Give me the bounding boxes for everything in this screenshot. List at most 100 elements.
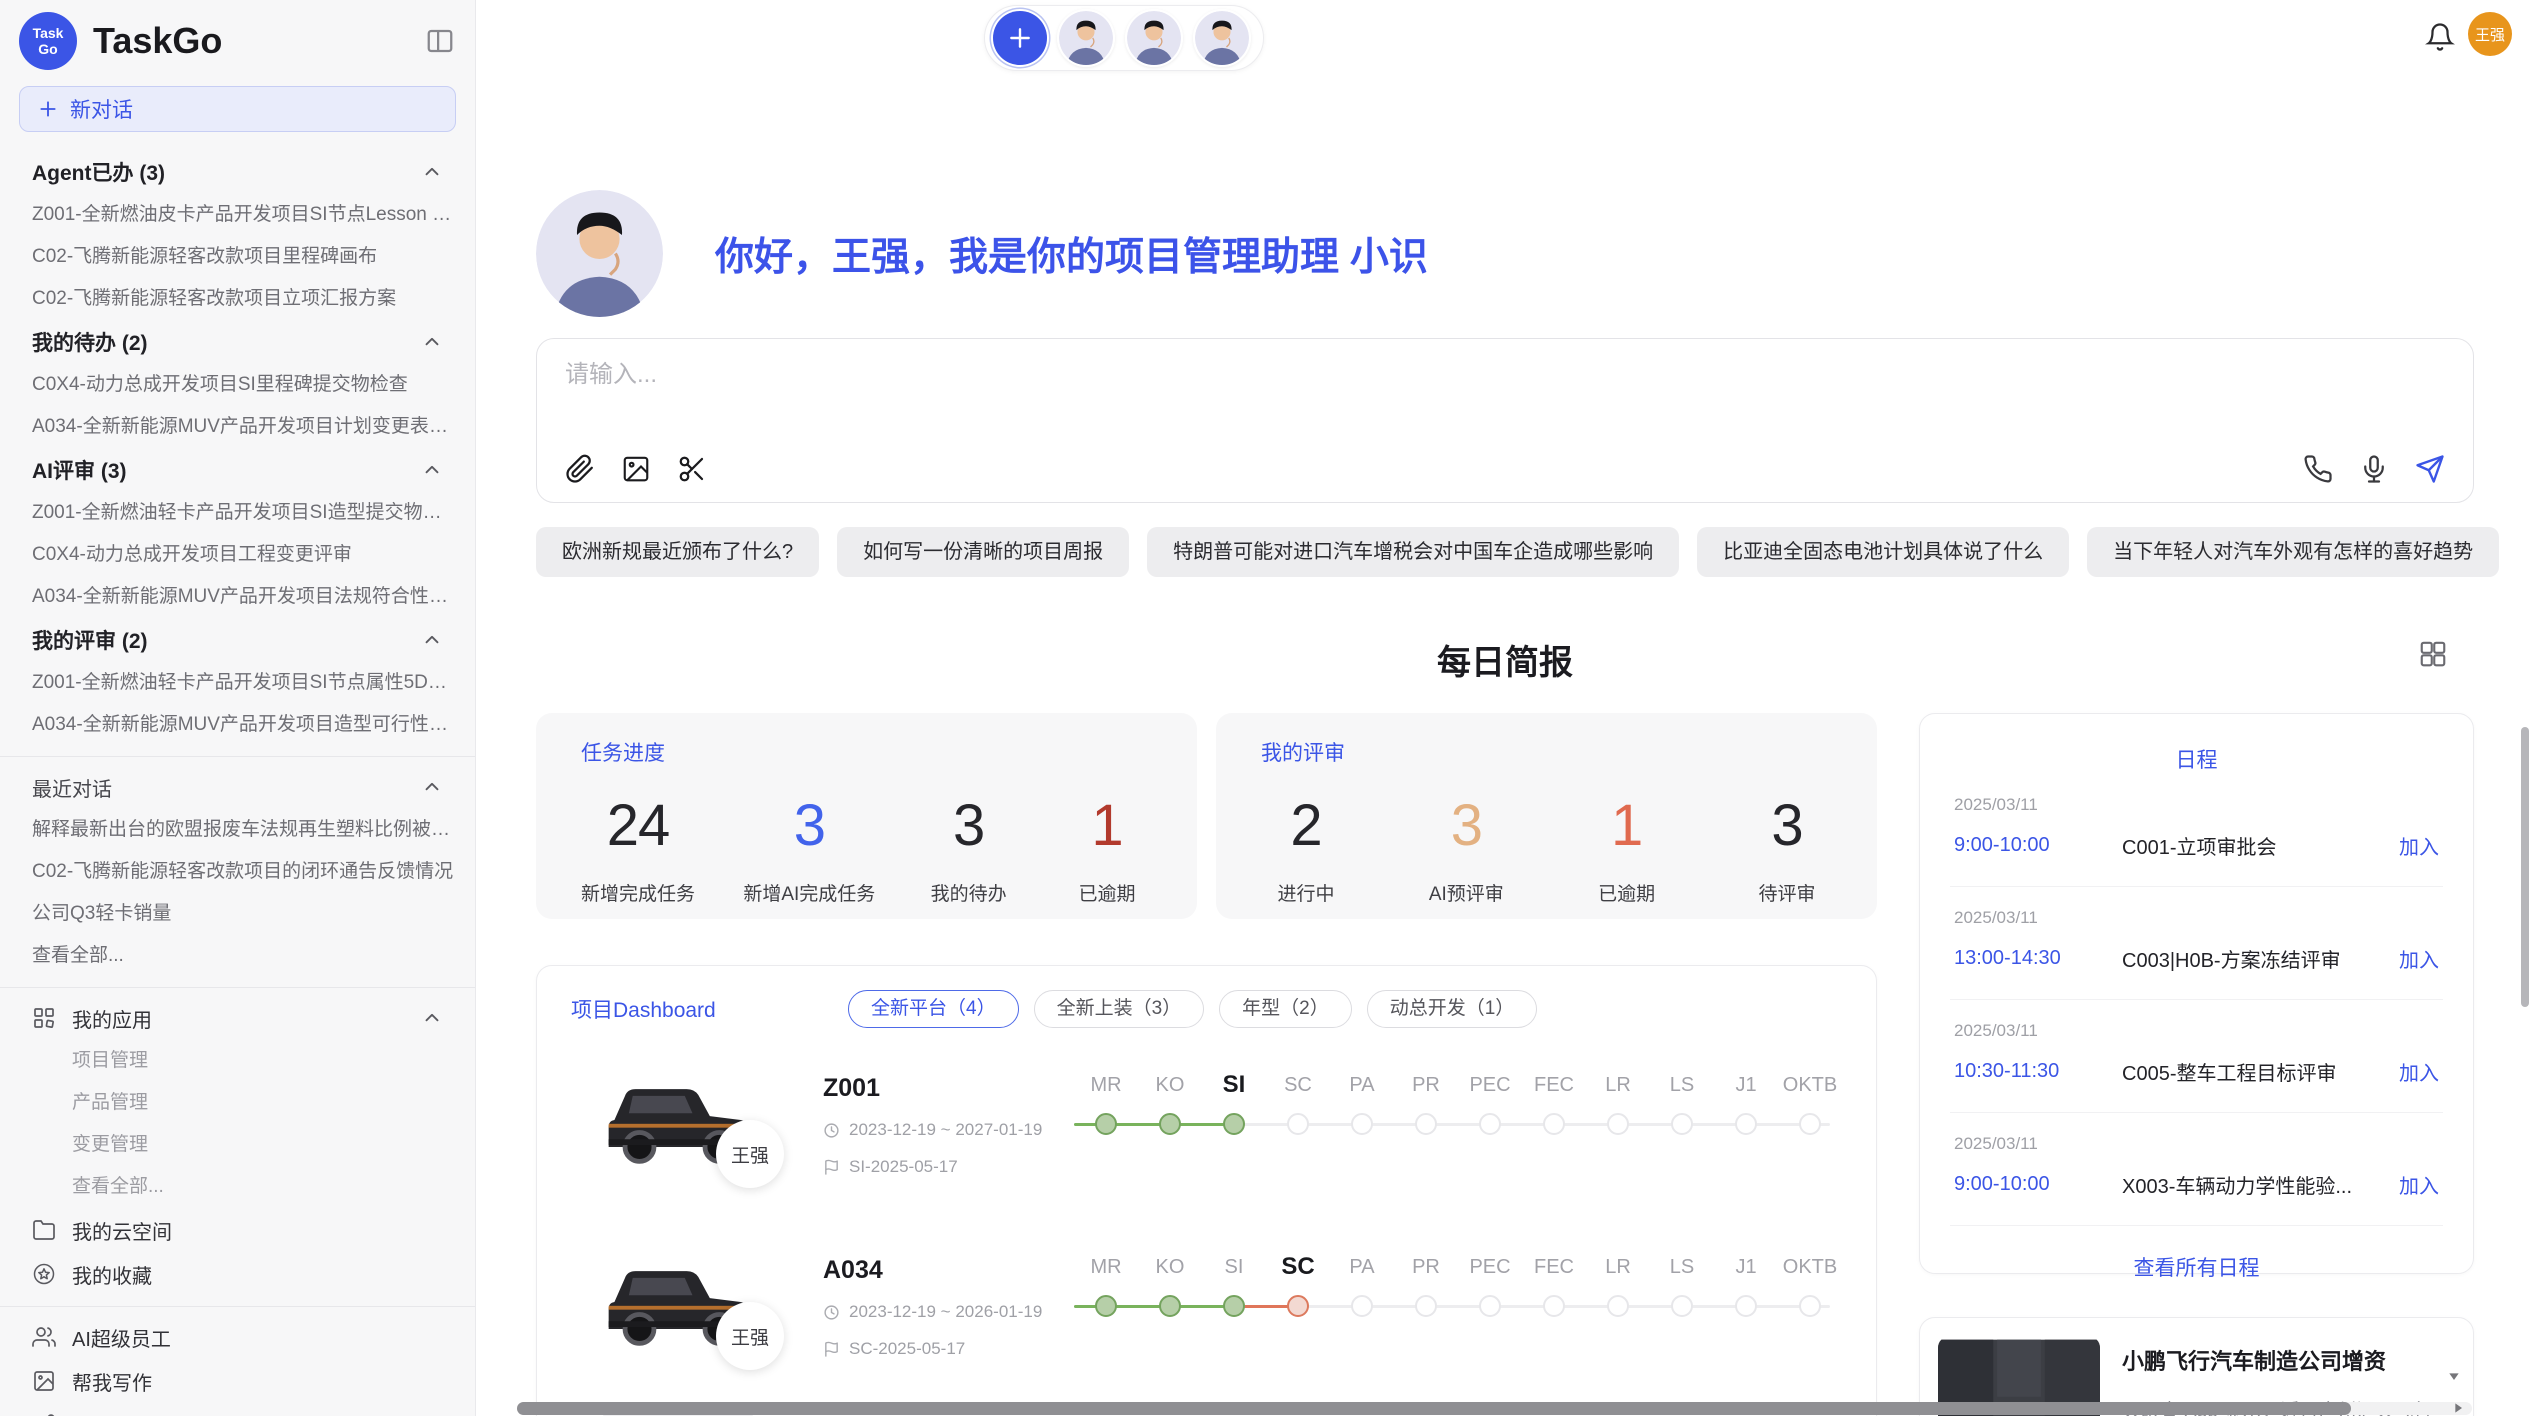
milestone-node: SI	[1202, 1252, 1266, 1317]
app-sub-item[interactable]: 产品管理	[32, 1082, 455, 1124]
horizontal-scrollbar[interactable]	[517, 1402, 2472, 1415]
milestone-tag: SI-2025-05-17	[849, 1157, 958, 1177]
project-row-a034[interactable]: 王强 A034 2023-12-19 ~ 2026-01-19	[571, 1248, 1842, 1378]
dashboard-tab[interactable]: 年型（2）	[1219, 990, 1352, 1028]
stat: 24 新增完成任务	[581, 793, 695, 906]
suggestion-chip[interactable]: 特朗普可能对进口汽车增税会对中国车企造成哪些影响	[1147, 527, 1679, 577]
conversation-item[interactable]: C02-飞腾新能源轻客改款项目里程碑画布	[32, 236, 455, 278]
milestone-label: PR	[1412, 1070, 1440, 1100]
plus-icon	[38, 99, 58, 119]
section-header[interactable]: 我的待办 (2)	[32, 320, 455, 364]
send-icon[interactable]	[2415, 454, 2445, 484]
conversation-item[interactable]: C02-飞腾新能源轻客改款项目立项汇报方案	[32, 278, 455, 320]
view-all-schedule-link[interactable]: 查看所有日程	[1950, 1252, 2443, 1282]
milestone-dot	[1159, 1295, 1181, 1317]
sidebar-item-ai-employee[interactable]: AI超级员工	[32, 1315, 455, 1359]
join-link[interactable]: 加入	[2399, 944, 2439, 973]
paperclip-icon[interactable]	[565, 454, 595, 484]
milestone-label: LR	[1605, 1252, 1631, 1282]
project-milestone-tag: SI-2025-05-17	[823, 1157, 1058, 1177]
app-sub-item[interactable]: 项目管理	[32, 1040, 455, 1082]
scroll-right-arrow-icon[interactable]	[2450, 1400, 2466, 1416]
conversation-item[interactable]: Z001-全新燃油皮卡产品开发项目SI节点Lesson Learn报告	[32, 194, 455, 236]
divider	[0, 1306, 475, 1307]
schedule-card: 日程 2025/03/11 9:00-10:00 C001-立项审批会 加入	[1919, 713, 2474, 1274]
milestone-dot	[1351, 1113, 1373, 1135]
sidebar-item-my-apps[interactable]: 我的应用	[32, 996, 455, 1040]
suggestion-chip[interactable]: 如何写一份清晰的项目周报	[837, 527, 1129, 577]
milestone-dot	[1479, 1295, 1501, 1317]
milestone-label: PR	[1412, 1252, 1440, 1282]
section-header[interactable]: AI评审 (3)	[32, 448, 455, 492]
task-progress-card: 任务进度 24 新增完成任务 3	[536, 713, 1197, 919]
assistant-avatar	[536, 190, 663, 317]
dashboard-tab[interactable]: 全新平台（4）	[848, 990, 1019, 1028]
sidebar-item-write-helper[interactable]: 帮我写作	[32, 1359, 455, 1403]
project-row-z001[interactable]: 王强 Z001 2023-12-19 ~ 2027-01-19	[571, 1066, 1842, 1196]
layout-grid-icon[interactable]	[2418, 639, 2448, 669]
date-range: 2023-12-19 ~ 2027-01-19	[849, 1120, 1042, 1140]
conversation-item[interactable]: A034-全新新能源MUV产品开发项目计划变更表编写	[32, 406, 455, 448]
dashboard-tab[interactable]: 全新上装（3）	[1034, 990, 1205, 1028]
recent-header[interactable]: 最近对话	[32, 765, 455, 809]
stat-label: 已逾期	[1062, 879, 1152, 906]
milestone-node: J1	[1714, 1252, 1778, 1317]
vertical-scrollbar-thumb[interactable]	[2521, 727, 2529, 1007]
sidebar-collapse-icon[interactable]	[425, 26, 455, 56]
right-rail: 日程 2025/03/11 9:00-10:00 C001-立项审批会 加入	[1919, 713, 2474, 1416]
join-link[interactable]: 加入	[2399, 1057, 2439, 1086]
users-icon	[32, 1325, 56, 1349]
recent-conversation-item[interactable]: 公司Q3轻卡销量	[32, 893, 455, 935]
milestone-label: MR	[1090, 1070, 1121, 1100]
section-header[interactable]: Agent已办 (3)	[32, 150, 455, 194]
app-sub-item[interactable]: 变更管理	[32, 1124, 455, 1166]
suggestion-chip[interactable]: 当下年轻人对汽车外观有怎样的喜好趋势	[2087, 527, 2499, 577]
conversation-item[interactable]: Z001-全新燃油轻卡产品开发项目SI造型提交物评审	[32, 492, 455, 534]
scroll-down-arrow-icon[interactable]	[2446, 1368, 2462, 1384]
suggestion-chip[interactable]: 比亚迪全固态电池计划具体说了什么	[1697, 527, 2069, 577]
stat: 3 新增AI完成任务	[743, 793, 875, 906]
stat: 3 待评审	[1742, 793, 1832, 906]
schedule-event-title: C003|H0B-方案冻结评审	[2122, 944, 2399, 973]
milestone-node: PA	[1330, 1252, 1394, 1317]
conversation-item[interactable]: C0X4-动力总成开发项目工程变更评审	[32, 534, 455, 576]
divider	[0, 756, 475, 757]
image-icon[interactable]	[621, 454, 651, 484]
section-header[interactable]: 我的评审 (2)	[32, 618, 455, 662]
suggestion-chip[interactable]: 欧洲新规最近颁布了什么?	[536, 527, 819, 577]
join-link[interactable]: 加入	[2399, 831, 2439, 860]
stat-value: 24	[581, 793, 695, 859]
recent-conversation-item[interactable]: 查看全部...	[32, 935, 455, 977]
message-input[interactable]	[565, 361, 2165, 389]
sidebar-item-favorites[interactable]: 我的收藏	[32, 1252, 455, 1296]
composer-attachments	[565, 454, 707, 484]
recent-conversation-item[interactable]: C02-飞腾新能源轻客改款项目的闭环通告反馈情况	[32, 851, 455, 893]
horizontal-scrollbar-thumb[interactable]	[517, 1402, 2351, 1415]
dashboard-tabs: 全新平台（4） 全新上装（3） 年型（2） 动总开发（1）	[848, 990, 1537, 1028]
new-chat-button[interactable]: 新对话	[19, 86, 456, 132]
stat-label: 已逾期	[1582, 879, 1672, 906]
user-avatar[interactable]: 王强	[2468, 12, 2512, 56]
schedule-date: 2025/03/11	[1954, 1021, 2439, 1041]
dashboard-tab[interactable]: 动总开发（1）	[1367, 990, 1538, 1028]
conversation-item[interactable]: A034-全新新能源MUV产品开发项目造型可行性评审	[32, 704, 455, 746]
recent-conversation-item[interactable]: 解释最新出台的欧盟报废车法规再生塑料比例被调至15%...	[32, 809, 455, 851]
dashboard-title: 项目Dashboard	[571, 994, 766, 1024]
apps-grid-icon	[32, 1006, 56, 1030]
scissors-icon[interactable]	[677, 454, 707, 484]
sidebar-item-creative-draw[interactable]: 创意制图	[32, 1403, 455, 1416]
schedule-date: 2025/03/11	[1954, 795, 2439, 815]
milestone-label: PA	[1349, 1252, 1374, 1282]
milestone-node: OKTB	[1778, 1252, 1842, 1317]
milestone-dot	[1607, 1113, 1629, 1135]
card-title: 我的评审	[1261, 737, 1832, 767]
phone-icon[interactable]	[2303, 454, 2333, 484]
schedule-date: 2025/03/11	[1954, 908, 2439, 928]
join-link[interactable]: 加入	[2399, 1170, 2439, 1199]
sidebar-item-my-cloud[interactable]: 我的云空间	[32, 1208, 455, 1252]
microphone-icon[interactable]	[2359, 454, 2389, 484]
conversation-item[interactable]: A034-全新新能源MUV产品开发项目法规符合性评审	[32, 576, 455, 618]
app-sub-item[interactable]: 查看全部...	[32, 1166, 455, 1208]
conversation-item[interactable]: C0X4-动力总成开发项目SI里程碑提交物检查	[32, 364, 455, 406]
conversation-item[interactable]: Z001-全新燃油轻卡产品开发项目SI节点属性5D文件评审	[32, 662, 455, 704]
